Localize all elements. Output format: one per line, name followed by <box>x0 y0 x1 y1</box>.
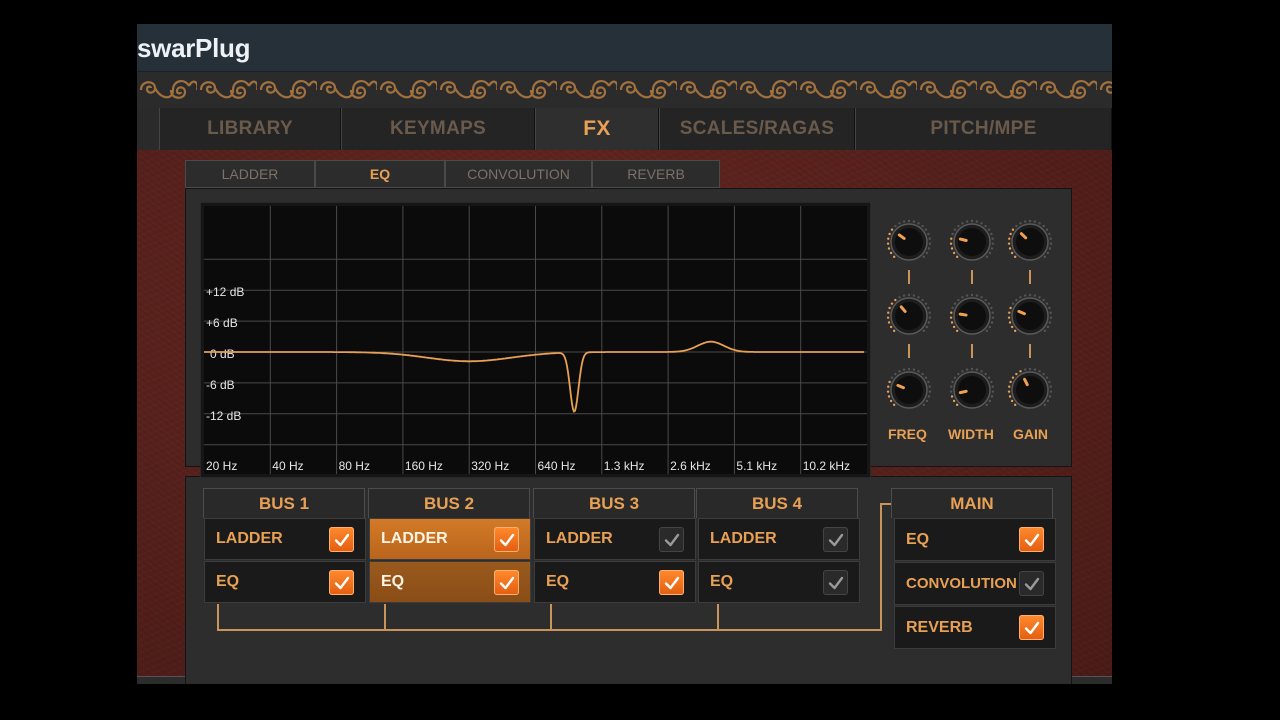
bus-2-eq-row[interactable]: EQ <box>369 561 531 603</box>
db-tick-label: -6 dB <box>206 378 235 392</box>
knob-label-freq: FREQ <box>888 426 927 442</box>
main-eq-row[interactable]: EQ <box>894 518 1056 561</box>
knob-label-width: WIDTH <box>948 426 994 442</box>
freq-tick-label: 320 Hz <box>471 459 509 473</box>
freq-tick-label: 5.1 kHz <box>736 459 777 473</box>
checkbox-icon[interactable] <box>659 570 684 595</box>
eq-graph[interactable]: +12 dB +6 dB 0 dB -6 dB -12 dB 20 Hz 40 Hz 80 H… <box>200 202 871 478</box>
eq-knob[interactable] <box>949 367 995 409</box>
main-convolution-row[interactable]: CONVOLUTION <box>894 562 1056 605</box>
bus-3-eq-row[interactable]: EQ <box>534 561 696 603</box>
eq-knob[interactable] <box>886 367 932 409</box>
tab-pitch-mpe[interactable]: PITCH/MPE <box>855 108 1112 150</box>
main-tab-bar: LIBRARY KEYMAPS FX SCALES/RAGAS PITCH/MP… <box>137 108 1112 150</box>
tab-library[interactable]: LIBRARY <box>159 108 341 150</box>
ornament-border <box>137 72 1112 108</box>
knob-label-gain: GAIN <box>1013 426 1048 442</box>
db-tick-label: -12 dB <box>206 409 241 423</box>
freq-tick-label: 40 Hz <box>272 459 303 473</box>
checkbox-icon[interactable] <box>1019 615 1044 640</box>
db-tick-label: +12 dB <box>206 285 244 299</box>
window-title: swarPlug <box>137 33 251 63</box>
title-bar: swarPlug <box>137 24 1112 72</box>
freq-tick-label: 80 Hz <box>339 459 370 473</box>
bus-2-ladder-row[interactable]: LADDER <box>369 518 531 560</box>
main-reverb-row[interactable]: REVERB <box>894 606 1056 649</box>
db-tick-label: +6 dB <box>206 316 238 330</box>
checkbox-icon[interactable] <box>1019 571 1044 596</box>
subtab-reverb[interactable]: REVERB <box>592 160 720 188</box>
eq-knob[interactable] <box>886 219 932 261</box>
freq-tick-label: 1.3 kHz <box>604 459 645 473</box>
eq-knob[interactable] <box>886 293 932 335</box>
bus-3-ladder-row[interactable]: LADDER <box>534 518 696 560</box>
bus-1-eq-row[interactable]: EQ <box>204 561 366 603</box>
bus-4-eq-row[interactable]: EQ <box>698 561 860 603</box>
eq-knob[interactable] <box>949 219 995 261</box>
plugin-window: swarPlug LIBRARY KEYMAPS FX SCALES/RAGAS… <box>137 24 1112 684</box>
checkbox-icon[interactable] <box>823 570 848 595</box>
checkbox-icon[interactable] <box>1019 527 1044 552</box>
bus-3-header[interactable]: BUS 3 <box>533 488 695 518</box>
bus-4-ladder-row[interactable]: LADDER <box>698 518 860 560</box>
bus-2-header[interactable]: BUS 2 <box>368 488 530 518</box>
checkbox-icon[interactable] <box>329 570 354 595</box>
freq-tick-label: 20 Hz <box>206 459 237 473</box>
freq-tick-label: 10.2 kHz <box>803 459 850 473</box>
subtab-ladder[interactable]: LADDER <box>185 160 315 188</box>
main-header[interactable]: MAIN <box>891 488 1053 518</box>
eq-knob[interactable] <box>1007 367 1053 409</box>
bus-1-header[interactable]: BUS 1 <box>203 488 365 518</box>
eq-knob[interactable] <box>1007 219 1053 261</box>
checkbox-icon[interactable] <box>823 527 848 552</box>
checkbox-icon[interactable] <box>659 527 684 552</box>
checkbox-icon[interactable] <box>494 570 519 595</box>
tab-scales-ragas[interactable]: SCALES/RAGAS <box>659 108 855 150</box>
tab-keymaps[interactable]: KEYMAPS <box>341 108 535 150</box>
eq-knob[interactable] <box>1007 293 1053 335</box>
checkbox-icon[interactable] <box>494 527 519 552</box>
bus-4-header[interactable]: BUS 4 <box>696 488 858 518</box>
bus-1-ladder-row[interactable]: LADDER <box>204 518 366 560</box>
eq-knob[interactable] <box>949 293 995 335</box>
freq-tick-label: 160 Hz <box>405 459 443 473</box>
subtab-convolution[interactable]: CONVOLUTION <box>445 160 592 188</box>
freq-tick-label: 2.6 kHz <box>670 459 711 473</box>
freq-tick-label: 640 Hz <box>538 459 576 473</box>
db-tick-label: 0 dB <box>210 347 235 361</box>
tab-fx[interactable]: FX <box>535 108 659 150</box>
eq-knob-grid <box>886 219 1053 409</box>
subtab-eq[interactable]: EQ <box>315 160 445 188</box>
checkbox-icon[interactable] <box>329 527 354 552</box>
